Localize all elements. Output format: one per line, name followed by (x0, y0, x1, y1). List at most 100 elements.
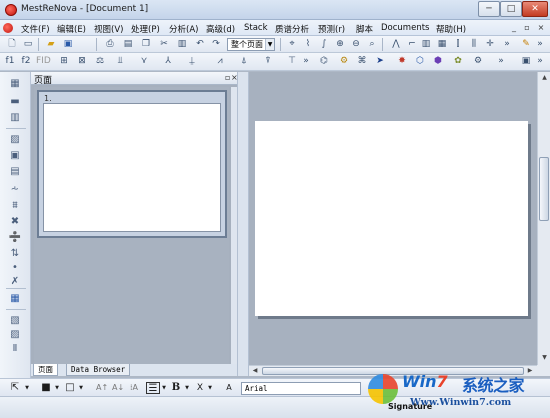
copy-icon[interactable]: ❐ (140, 39, 152, 50)
structure-icon[interactable]: ⬡ (414, 56, 426, 67)
superimpose-icon[interactable]: ⩩ (8, 200, 22, 211)
peaks-icon[interactable]: ⫿ (452, 39, 464, 50)
ft-icon[interactable]: ⅄ (162, 56, 174, 67)
chevron-down-icon[interactable]: ▼ (184, 382, 190, 394)
scroll-left-icon[interactable]: ◀ (250, 366, 260, 376)
fid-icon[interactable]: FID (36, 56, 51, 67)
db-icon[interactable]: ✿ (452, 56, 464, 67)
chevron-down-icon[interactable]: ▼ (54, 382, 60, 394)
pen-icon[interactable]: ✎ (520, 39, 532, 50)
plugin-icon[interactable]: ⚙ (472, 56, 484, 67)
bar-tool-icon[interactable]: ▥ (8, 112, 22, 123)
baseline-icon[interactable]: ⌐ (406, 39, 418, 50)
f1-axis-icon[interactable]: f1 (4, 56, 16, 67)
menu-help[interactable]: 帮助(H) (436, 23, 466, 35)
text-align-icon[interactable]: ☰ (146, 382, 160, 394)
stack-bars-icon[interactable]: ▦ (436, 39, 448, 50)
mdi-restore-button[interactable]: ▫ (521, 22, 533, 33)
app-logo-icon[interactable] (5, 4, 17, 16)
menu-analysis[interactable]: 分析(A) (169, 23, 198, 35)
page-zoom-select[interactable]: 整个页面 ▼ (227, 38, 275, 51)
toolbar-overflow-icon[interactable]: » (503, 39, 511, 50)
vertical-scroll-thumb[interactable] (539, 157, 549, 221)
new-page-icon[interactable]: ▭ (22, 39, 34, 50)
vertical-scrollbar[interactable]: ▲ ▼ (537, 72, 550, 365)
crosshair-icon[interactable]: ⌖ (286, 39, 298, 50)
scale-icon[interactable]: ⊞ (58, 56, 70, 67)
menu-predict[interactable]: 预测(r) (318, 23, 345, 35)
scroll-up-icon[interactable]: ▲ (540, 73, 549, 83)
minimize-button[interactable]: ─ (478, 1, 500, 17)
frame-tool-icon[interactable]: ▣ (8, 150, 22, 161)
phase-icon[interactable]: ⋀ (390, 39, 402, 50)
tab-data-browser[interactable]: Data Browser (66, 364, 131, 376)
menu-script[interactable]: 脚本 (356, 23, 373, 35)
menu-edit[interactable]: 编辑(E) (57, 23, 86, 35)
panel-float-button[interactable]: ▫ (225, 73, 230, 82)
panel-splitter[interactable] (237, 72, 249, 376)
assign-icon[interactable]: ⚙ (338, 56, 350, 67)
open-folder-icon[interactable]: ▰ (44, 39, 58, 50)
subscript-button[interactable]: X (194, 382, 206, 394)
apodize-icon[interactable]: ⫫ (114, 56, 126, 67)
menu-mass-spec[interactable]: 质谱分析 (275, 23, 309, 35)
undo-icon[interactable]: ↶ (194, 39, 206, 50)
close-button[interactable]: ✕ (522, 1, 548, 17)
redo-icon[interactable]: ↷ (210, 39, 222, 50)
chevron-down-icon[interactable]: ▼ (24, 382, 30, 394)
paste-icon[interactable]: ▥ (176, 39, 188, 50)
stack-plot-icon[interactable]: ⩪ (8, 184, 22, 195)
align-icon[interactable]: ⁞A (128, 382, 140, 394)
tab-pages[interactable]: 页面 (33, 364, 58, 376)
image-tool-icon[interactable]: ▨ (8, 134, 22, 145)
line-color-icon[interactable]: □ (64, 382, 76, 394)
document-page[interactable] (255, 121, 528, 316)
peak-label-icon[interactable]: ⩘ (214, 56, 226, 67)
image-insert-icon[interactable]: ▨ (8, 329, 22, 340)
maximize-button[interactable]: □ (500, 1, 522, 17)
grid-tool-icon[interactable]: ▤ (8, 166, 22, 177)
menu-documents[interactable]: Documents (381, 23, 429, 33)
menu-view[interactable]: 视图(V) (94, 23, 123, 35)
chevron-down-icon[interactable]: ▼ (207, 382, 213, 394)
mdi-close-button[interactable]: × (535, 22, 547, 33)
chart-tool-icon[interactable]: ▧ (8, 315, 22, 326)
font-family-select[interactable]: Arial (241, 382, 361, 395)
verify-icon[interactable]: ⬢ (432, 56, 444, 67)
magnifier-icon[interactable]: ⌕ (366, 39, 378, 50)
fill-color-icon[interactable]: ■ (40, 382, 52, 394)
integrate-icon[interactable]: ∫ (318, 39, 330, 50)
multiplet-report-icon[interactable]: ⍒ (262, 56, 274, 67)
cursor-cross-icon[interactable]: ✛ (484, 39, 496, 50)
f2-axis-icon[interactable]: f2 (20, 56, 32, 67)
select-tool-icon[interactable]: ▦ (8, 78, 22, 89)
fit-icon[interactable]: ⊠ (76, 56, 88, 67)
annotate-icon[interactable]: ⍋ (238, 56, 250, 67)
menu-file[interactable]: 文件(F) (21, 23, 50, 35)
cut-icon[interactable]: ✂ (158, 39, 170, 50)
new-document-icon[interactable]: 🗋 (6, 39, 18, 50)
link-icon[interactable]: ⌘ (356, 56, 368, 67)
report-icon[interactable]: ⊤ (286, 56, 298, 67)
cross-tool-icon[interactable]: ✖ (8, 216, 22, 227)
molecule-icon[interactable]: ⌬ (318, 56, 330, 67)
menu-process[interactable]: 处理(P) (131, 23, 160, 35)
toolbar-overflow-icon[interactable]: » (497, 56, 505, 67)
chevron-down-icon[interactable]: ▼ (78, 382, 84, 394)
scroll-down-icon[interactable]: ▼ (540, 353, 549, 363)
layout-icon[interactable]: ▣ (520, 56, 532, 67)
toolbar-overflow-icon[interactable]: » (536, 39, 544, 50)
bold-button[interactable]: B (170, 382, 182, 394)
pointer-icon[interactable]: ⇱ (8, 382, 22, 394)
text-tool-icon[interactable]: Ⅱ (8, 343, 22, 354)
table-tool-icon[interactable]: ▦ (8, 293, 22, 304)
save-icon[interactable]: ▣ (62, 39, 74, 50)
menu-advanced[interactable]: 高级(d) (206, 23, 235, 35)
document-icon[interactable] (3, 23, 13, 33)
label-icon[interactable]: ⍊ (186, 56, 198, 67)
point-tool-icon[interactable]: • (8, 262, 22, 273)
multiplet-icon[interactable]: ⫼ (468, 39, 480, 50)
filter-icon[interactable]: ⋎ (138, 56, 150, 67)
predict-icon[interactable]: ✸ (396, 56, 408, 67)
font-size-increase-icon[interactable]: A↑ (96, 382, 108, 394)
